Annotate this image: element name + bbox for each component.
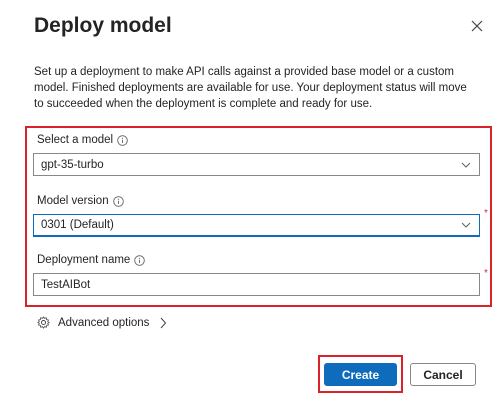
deployment-name-label-text: Deployment name [37, 254, 131, 266]
deploy-model-dialog: Deploy model Set up a deployment to make… [0, 0, 500, 407]
info-icon[interactable] [117, 134, 128, 146]
close-icon[interactable] [470, 19, 484, 33]
deployment-name-value: TestAIBot [41, 278, 91, 291]
advanced-options-toggle[interactable]: Advanced options [37, 316, 167, 329]
required-marker: * [484, 208, 488, 219]
deployment-name-field-label: Deployment name [37, 254, 146, 266]
model-field-label: Select a model [37, 134, 128, 146]
deployment-name-input[interactable]: TestAIBot [33, 273, 480, 296]
model-label-text: Select a model [37, 134, 114, 146]
create-button[interactable]: Create [324, 363, 397, 386]
model-select[interactable]: gpt-35-turbo [33, 153, 480, 176]
dialog-description: Set up a deployment to make API calls ag… [34, 66, 467, 110]
model-select-value: gpt-35-turbo [41, 158, 104, 171]
version-label-text: Model version [37, 195, 109, 207]
dialog-title: Deploy model [34, 14, 172, 37]
version-select-value: 0301 (Default) [41, 219, 114, 231]
chevron-down-icon [461, 162, 471, 168]
cancel-button[interactable]: Cancel [410, 363, 476, 386]
chevron-down-icon [461, 222, 471, 228]
advanced-options-label: Advanced options [58, 316, 150, 329]
gear-icon [37, 316, 50, 329]
chevron-right-icon [159, 317, 167, 329]
required-marker: * [484, 268, 488, 279]
version-field-label: Model version [37, 195, 124, 207]
info-icon[interactable] [112, 195, 124, 207]
model-version-select[interactable]: 0301 (Default) [33, 214, 480, 237]
info-icon[interactable] [134, 254, 146, 266]
